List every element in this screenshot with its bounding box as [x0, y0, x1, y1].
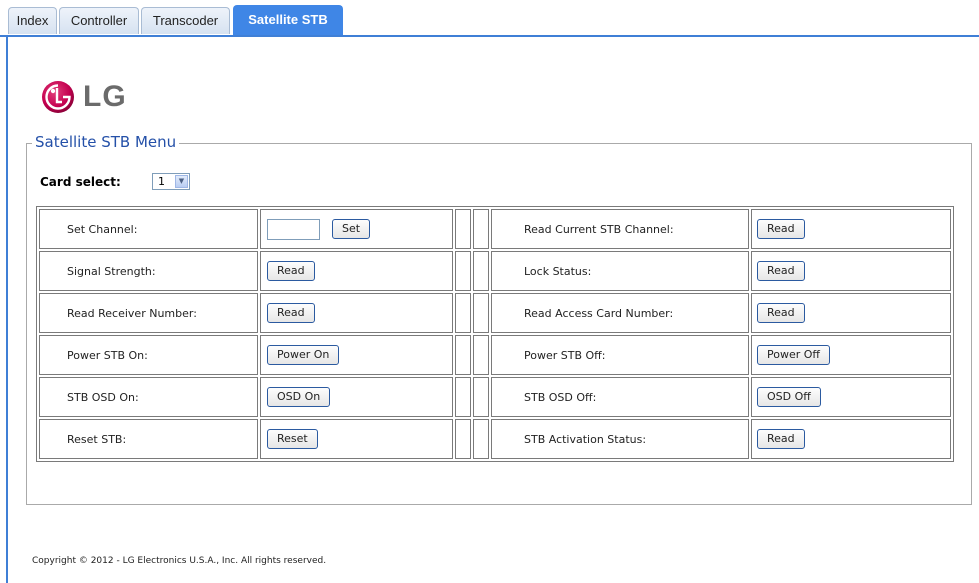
osd-off-label: STB OSD Off:: [491, 377, 749, 417]
access-card-number-label: Read Access Card Number:: [491, 293, 749, 333]
table-row: Reset STB: Reset STB Activation Status: …: [39, 419, 951, 459]
table-row: Set Channel: Set Read Current STB Channe…: [39, 209, 951, 249]
signal-strength-label: Signal Strength:: [39, 251, 258, 291]
tab-underline: [0, 35, 979, 37]
table-row: Power STB On: Power On Power STB Off: Po…: [39, 335, 951, 375]
read-receiver-number-button[interactable]: Read: [267, 303, 315, 323]
receiver-number-label: Read Receiver Number:: [39, 293, 258, 333]
read-current-channel-label: Read Current STB Channel:: [491, 209, 749, 249]
reset-stb-button[interactable]: Reset: [267, 429, 318, 449]
power-off-label: Power STB Off:: [491, 335, 749, 375]
tab-index[interactable]: Index: [8, 7, 57, 34]
tab-bar: Index Controller Transcoder Satellite ST…: [0, 0, 979, 36]
table-row: STB OSD On: OSD On STB OSD Off: OSD Off: [39, 377, 951, 417]
stb-command-table: Set Channel: Set Read Current STB Channe…: [36, 206, 954, 462]
tab-transcoder[interactable]: Transcoder: [141, 7, 230, 34]
chevron-down-icon[interactable]: ▼: [175, 175, 188, 188]
power-on-button[interactable]: Power On: [267, 345, 340, 365]
osd-on-label: STB OSD On:: [39, 377, 258, 417]
card-select-label: Card select:: [40, 175, 121, 189]
read-current-channel-button[interactable]: Read: [757, 219, 805, 239]
tab-satellite-stb[interactable]: Satellite STB: [233, 5, 343, 36]
osd-on-button[interactable]: OSD On: [267, 387, 331, 407]
set-channel-button[interactable]: Set: [332, 219, 371, 239]
read-access-card-number-button[interactable]: Read: [757, 303, 805, 323]
tab-controller[interactable]: Controller: [59, 7, 139, 34]
activation-status-label: STB Activation Status:: [491, 419, 749, 459]
power-on-label: Power STB On:: [39, 335, 258, 375]
card-select-dropdown[interactable]: 1 ▼: [152, 173, 190, 190]
power-off-button[interactable]: Power Off: [757, 345, 830, 365]
read-activation-status-button[interactable]: Read: [757, 429, 805, 449]
lg-logo-text: LG: [83, 80, 127, 113]
lock-status-label: Lock Status:: [491, 251, 749, 291]
copyright-text: Copyright © 2012 - LG Electronics U.S.A.…: [32, 556, 327, 566]
osd-off-button[interactable]: OSD Off: [757, 387, 821, 407]
channel-input[interactable]: [267, 218, 320, 240]
table-row: Signal Strength: Read Lock Status: Read: [39, 251, 951, 291]
card-select-value: 1: [158, 175, 165, 188]
table-row: Read Receiver Number: Read Read Access C…: [39, 293, 951, 333]
read-signal-strength-button[interactable]: Read: [267, 261, 315, 281]
reset-stb-label: Reset STB:: [39, 419, 258, 459]
set-channel-label: Set Channel:: [39, 209, 258, 249]
stb-menu-legend: Satellite STB Menu: [32, 133, 180, 151]
frame-border: [6, 37, 8, 583]
lg-face-icon: [42, 81, 74, 113]
read-lock-status-button[interactable]: Read: [757, 261, 805, 281]
